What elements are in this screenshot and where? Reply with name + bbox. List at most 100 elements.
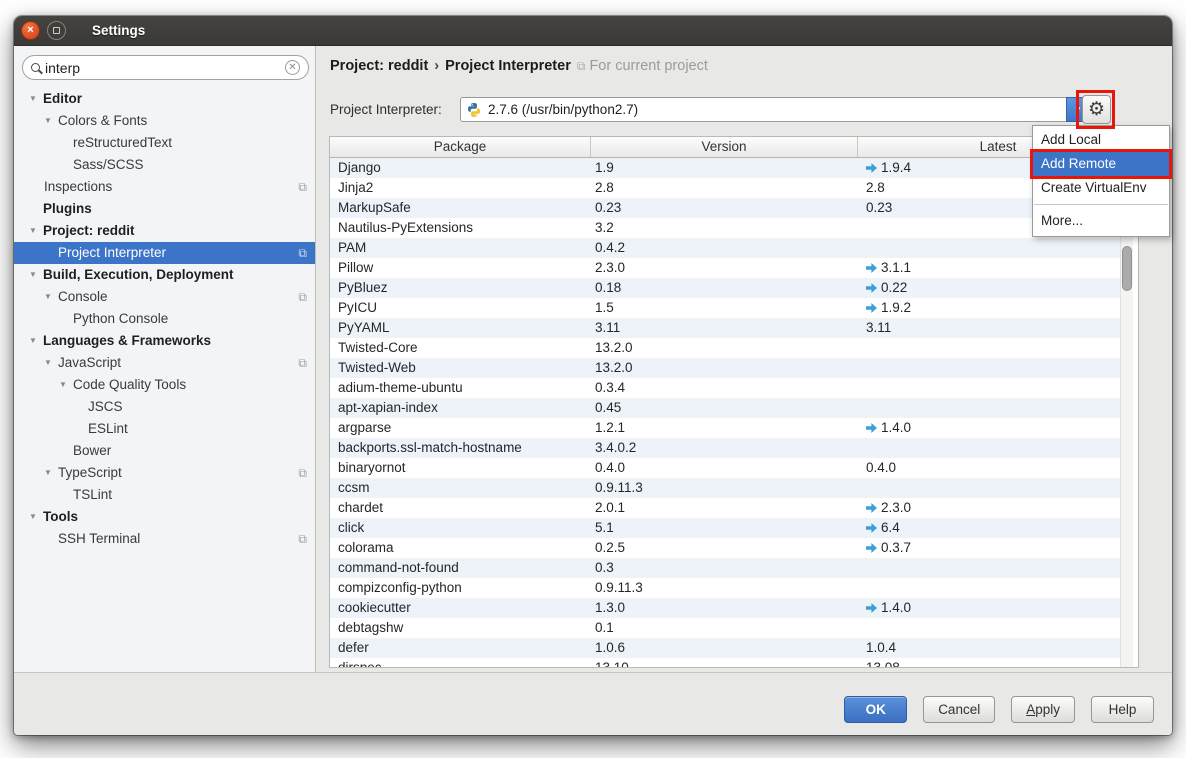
column-header-package[interactable]: Package bbox=[330, 137, 591, 157]
table-row[interactable]: command-not-found0.3 bbox=[330, 558, 1120, 578]
clear-search-icon[interactable]: ✕ bbox=[285, 60, 300, 75]
table-row[interactable]: ccsm0.9.11.3 bbox=[330, 478, 1120, 498]
sidebar-item-javascript[interactable]: ▼JavaScript⧉ bbox=[14, 352, 315, 374]
table-row[interactable]: MarkupSafe0.230.23 bbox=[330, 198, 1120, 218]
sidebar-item-colors-fonts[interactable]: ▼Colors & Fonts bbox=[14, 110, 315, 132]
sidebar-item-console[interactable]: ▼Console⧉ bbox=[14, 286, 315, 308]
breadcrumb-note: ⧉ For current project bbox=[577, 58, 708, 74]
table-row[interactable]: PyYAML3.113.11 bbox=[330, 318, 1120, 338]
upgrade-arrow-icon bbox=[866, 543, 877, 553]
breadcrumb-separator: › bbox=[434, 58, 439, 74]
expand-arrow-icon[interactable]: ▼ bbox=[29, 88, 43, 110]
table-row[interactable]: PyICU1.5 1.9.2 bbox=[330, 298, 1120, 318]
sidebar-item-plugins[interactable]: Plugins bbox=[14, 198, 315, 220]
sidebar-item-sass-scss[interactable]: Sass/SCSS bbox=[14, 154, 315, 176]
sidebar-item-bower[interactable]: Bower bbox=[14, 440, 315, 462]
expand-arrow-icon[interactable]: ▼ bbox=[29, 220, 43, 242]
help-button[interactable]: Help bbox=[1091, 696, 1154, 723]
cell-latest: 1.9.2 bbox=[858, 298, 1120, 318]
sidebar-item-project-interpreter[interactable]: Project Interpreter⧉ bbox=[14, 242, 315, 264]
expand-arrow-icon[interactable]: ▼ bbox=[44, 286, 58, 308]
menu-item-create-virtualenv[interactable]: Create VirtualEnv bbox=[1033, 176, 1169, 200]
expand-arrow-icon[interactable]: ▼ bbox=[29, 264, 43, 286]
cell-version: 0.2.5 bbox=[591, 538, 858, 558]
sidebar: interp ✕ ▼Editor▼Colors & FontsreStructu… bbox=[14, 46, 316, 672]
apply-button[interactable]: Apply bbox=[1011, 696, 1075, 723]
menu-item-add-local[interactable]: Add Local bbox=[1033, 128, 1169, 152]
ok-button[interactable]: OK bbox=[844, 696, 907, 723]
table-row[interactable]: Jinja22.82.8 bbox=[330, 178, 1120, 198]
table-row[interactable]: debtagshw0.1 bbox=[330, 618, 1120, 638]
interpreter-gear-button[interactable]: ⚙ bbox=[1082, 95, 1111, 124]
expand-arrow-icon[interactable]: ▼ bbox=[44, 462, 58, 484]
cell-latest bbox=[858, 378, 1120, 398]
breadcrumb-note-text: For current project bbox=[589, 58, 707, 74]
cell-version: 0.45 bbox=[591, 398, 858, 418]
table-row[interactable]: chardet2.0.12.3.0 bbox=[330, 498, 1120, 518]
table-row[interactable]: Nautilus-PyExtensions3.2 bbox=[330, 218, 1120, 238]
expand-arrow-icon[interactable]: ▼ bbox=[29, 506, 43, 528]
upgrade-arrow-icon bbox=[866, 303, 877, 313]
table-row[interactable]: defer1.0.61.0.4 bbox=[330, 638, 1120, 658]
sidebar-item-build-execution-deployment[interactable]: ▼Build, Execution, Deployment bbox=[14, 264, 315, 286]
menu-item-add-remote[interactable]: Add Remote bbox=[1033, 152, 1169, 176]
cell-latest: 1.4.0 bbox=[858, 418, 1120, 438]
window-maximize-button[interactable] bbox=[47, 21, 66, 40]
table-row[interactable]: click5.16.4 bbox=[330, 518, 1120, 538]
sidebar-item-languages-frameworks[interactable]: ▼Languages & Frameworks bbox=[14, 330, 315, 352]
cell-package: PyICU bbox=[330, 298, 591, 318]
sidebar-item-jscs[interactable]: JSCS bbox=[14, 396, 315, 418]
table-row[interactable]: binaryornot0.4.00.4.0 bbox=[330, 458, 1120, 478]
table-row[interactable]: backports.ssl-match-hostname3.4.0.2 bbox=[330, 438, 1120, 458]
menu-item-more[interactable]: More... bbox=[1033, 209, 1169, 233]
expand-arrow-icon[interactable]: ▼ bbox=[29, 330, 43, 352]
cancel-button[interactable]: Cancel bbox=[923, 696, 995, 723]
table-row[interactable]: Twisted-Core13.2.0 bbox=[330, 338, 1120, 358]
sidebar-item-code-quality-tools[interactable]: ▼Code Quality Tools bbox=[14, 374, 315, 396]
table-row[interactable]: PAM0.4.2 bbox=[330, 238, 1120, 258]
settings-search-input[interactable]: interp ✕ bbox=[22, 55, 309, 80]
table-row[interactable]: adium-theme-ubuntu0.3.4 bbox=[330, 378, 1120, 398]
maximize-icon bbox=[53, 27, 60, 34]
table-row[interactable]: dirspec13.1013.08 bbox=[330, 658, 1120, 667]
table-row[interactable]: colorama0.2.50.3.7 bbox=[330, 538, 1120, 558]
sidebar-item-restructuredtext[interactable]: reStructuredText bbox=[14, 132, 315, 154]
sidebar-item-editor[interactable]: ▼Editor bbox=[14, 88, 315, 110]
table-row[interactable]: apt-xapian-index0.45 bbox=[330, 398, 1120, 418]
table-row[interactable]: compizconfig-python0.9.11.3 bbox=[330, 578, 1120, 598]
table-row[interactable]: PyBluez0.180.22 bbox=[330, 278, 1120, 298]
table-row[interactable]: cookiecutter1.3.01.4.0 bbox=[330, 598, 1120, 618]
table-row[interactable]: argparse1.2.11.4.0 bbox=[330, 418, 1120, 438]
column-header-version[interactable]: Version bbox=[591, 137, 858, 157]
sidebar-item-tslint[interactable]: TSLint bbox=[14, 484, 315, 506]
latest-version-text: 1.9.2 bbox=[881, 298, 911, 318]
cell-version: 2.3.0 bbox=[591, 258, 858, 278]
sidebar-item-typescript[interactable]: ▼TypeScript⧉ bbox=[14, 462, 315, 484]
scrollbar-thumb[interactable] bbox=[1122, 246, 1132, 291]
sidebar-item-label: Inspections bbox=[44, 176, 112, 198]
window-close-button[interactable]: × bbox=[21, 21, 40, 40]
cell-package: cookiecutter bbox=[330, 598, 591, 618]
sidebar-item-tools[interactable]: ▼Tools bbox=[14, 506, 315, 528]
sidebar-item-python-console[interactable]: Python Console bbox=[14, 308, 315, 330]
python-icon bbox=[466, 102, 482, 118]
sidebar-item-eslint[interactable]: ESLint bbox=[14, 418, 315, 440]
sidebar-item-label: JavaScript bbox=[58, 352, 121, 374]
expand-arrow-icon[interactable]: ▼ bbox=[44, 110, 58, 132]
table-row[interactable]: Django1.91.9.4 bbox=[330, 158, 1120, 178]
sidebar-item-ssh-terminal[interactable]: SSH Terminal⧉ bbox=[14, 528, 315, 550]
breadcrumb-page: Project Interpreter bbox=[445, 58, 571, 74]
package-table-header: Package Version Latest bbox=[330, 137, 1138, 158]
upgrade-arrow-icon bbox=[866, 283, 877, 293]
expand-arrow-icon[interactable]: ▼ bbox=[59, 374, 73, 396]
cell-package: Pillow bbox=[330, 258, 591, 278]
sidebar-item-inspections[interactable]: Inspections⧉ bbox=[14, 176, 315, 198]
table-row[interactable]: Twisted-Web13.2.0 bbox=[330, 358, 1120, 378]
upgrade-arrow-icon bbox=[866, 423, 877, 433]
table-row[interactable]: Pillow2.3.03.1.1 bbox=[330, 258, 1120, 278]
sidebar-item-project-reddit[interactable]: ▼Project: reddit bbox=[14, 220, 315, 242]
interpreter-combobox[interactable]: 2.7.6 (/usr/bin/python2.7) ▼ bbox=[460, 97, 1090, 122]
sidebar-item-label: Colors & Fonts bbox=[58, 110, 147, 132]
cell-version: 1.5 bbox=[591, 298, 858, 318]
expand-arrow-icon[interactable]: ▼ bbox=[44, 352, 58, 374]
